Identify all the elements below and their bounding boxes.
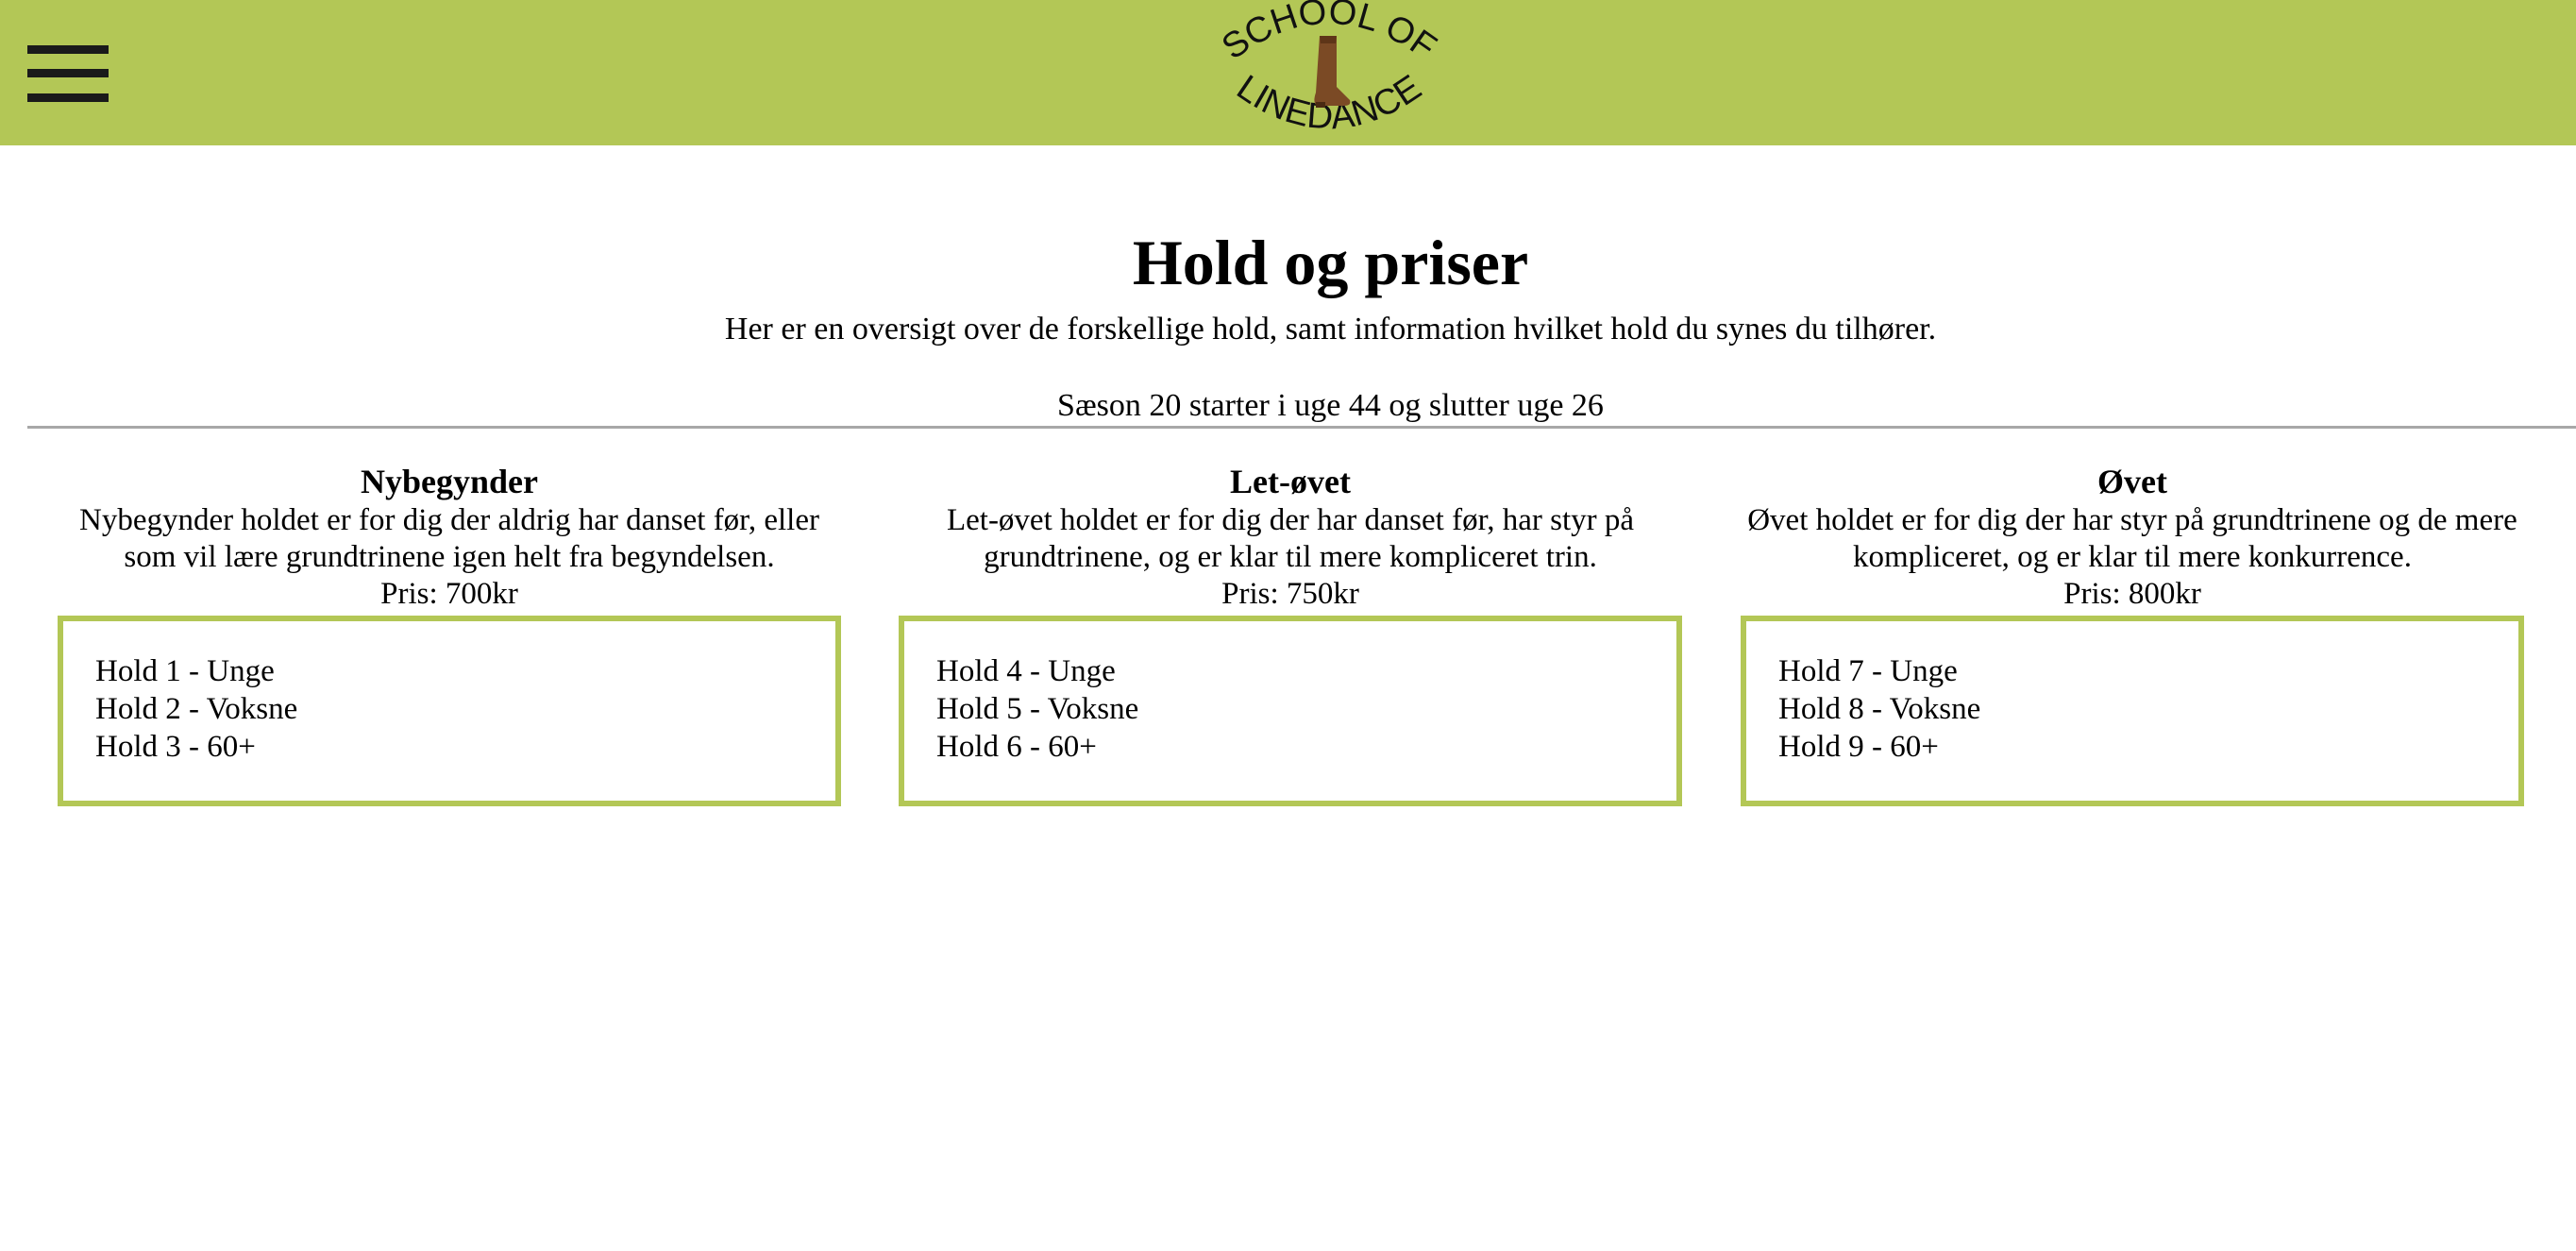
level-description: Øvet holdet er for dig der har styr på g… (1747, 503, 2517, 574)
level-card-let-ovet: Let-øvet Let-øvet holdet er for dig der … (899, 461, 1682, 806)
level-price: Pris: 750kr (1221, 577, 1359, 611)
level-title: Øvet (2097, 463, 2167, 500)
level-price: Pris: 800kr (2063, 577, 2201, 611)
team-item: Hold 6 - 60+ (936, 730, 1097, 764)
top-bar: SCHOOL OF LINEDANCE (0, 0, 2576, 145)
team-box: Hold 1 - Unge Hold 2 - Voksne Hold 3 - 6… (58, 616, 841, 806)
team-item: Hold 3 - 60+ (95, 730, 256, 764)
team-box: Hold 7 - Unge Hold 8 - Voksne Hold 9 - 6… (1741, 616, 2524, 806)
level-title: Nybegynder (361, 463, 538, 500)
school-of-linedance-logo[interactable]: SCHOOL OF LINEDANCE (1218, 0, 1440, 145)
hamburger-menu-icon[interactable] (27, 45, 109, 102)
level-description: Nybegynder holdet er for dig der aldrig … (79, 503, 819, 574)
level-price: Pris: 700kr (380, 577, 518, 611)
level-description: Let-øvet holdet er for dig der har danse… (946, 503, 1635, 574)
team-item: Hold 8 - Voksne (1778, 692, 1981, 726)
cowboy-boot-icon (1314, 36, 1351, 108)
team-item: Hold 1 - Unge (95, 654, 275, 688)
season-info: Sæson 20 starter i uge 44 og slutter uge… (1057, 388, 1604, 423)
team-item: Hold 5 - Voksne (936, 692, 1139, 726)
team-box: Hold 4 - Unge Hold 5 - Voksne Hold 6 - 6… (899, 616, 1682, 806)
level-card-nybegynder: Nybegynder Nybegynder holdet er for dig … (58, 461, 841, 806)
team-list: Hold 7 - Unge Hold 8 - Voksne Hold 9 - 6… (1778, 652, 1980, 766)
team-item: Hold 7 - Unge (1778, 654, 1958, 688)
page-title: Hold og priser (1132, 227, 1529, 298)
team-item: Hold 9 - 60+ (1778, 730, 1939, 764)
team-list: Hold 4 - Unge Hold 5 - Voksne Hold 6 - 6… (936, 652, 1138, 766)
divider (27, 426, 2576, 429)
team-item: Hold 2 - Voksne (95, 692, 298, 726)
team-item: Hold 4 - Unge (936, 654, 1116, 688)
level-title: Let-øvet (1230, 463, 1351, 500)
intro-text: Her er en oversigt over de forskellige h… (724, 312, 1937, 347)
team-list: Hold 1 - Unge Hold 2 - Voksne Hold 3 - 6… (95, 652, 297, 766)
level-card-ovet: Øvet Øvet holdet er for dig der har styr… (1741, 461, 2524, 806)
